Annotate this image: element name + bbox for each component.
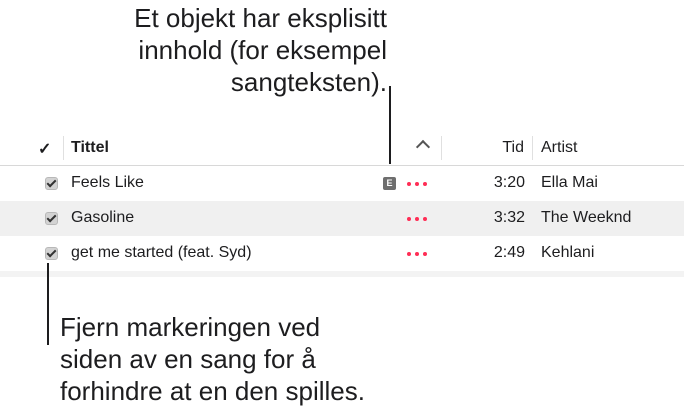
song-title: Gasoline [71, 209, 135, 226]
song-artist: The Weeknd [541, 209, 632, 226]
more-options-icon[interactable] [407, 182, 427, 186]
column-check-header[interactable]: ✓ [38, 139, 51, 159]
column-divider [63, 136, 64, 160]
chevron-up-icon[interactable] [415, 139, 431, 155]
callout-line: forhindre at en den spilles. [60, 376, 365, 406]
table-row[interactable]: Feels Like E 3:20 Ella Mai [0, 166, 684, 201]
song-artist: Kehlani [541, 244, 595, 261]
song-artist: Ella Mai [541, 174, 598, 191]
explicit-badge-icon: E [383, 177, 396, 190]
uncheck-callout-leader [47, 263, 49, 345]
song-time: 3:32 [493, 209, 525, 226]
callout-line: innhold (for eksempel [138, 35, 387, 65]
more-options-icon[interactable] [407, 217, 427, 221]
uncheck-song-callout: Fjern markeringen ved siden av en sang f… [60, 311, 480, 407]
callout-line: Fjern markeringen ved [60, 312, 321, 342]
list-footer-row [0, 271, 684, 277]
song-time: 3:20 [493, 174, 525, 191]
callout-line: Et objekt har eksplisitt [134, 3, 387, 33]
column-artist-header[interactable]: Artist [541, 139, 577, 157]
song-checkbox[interactable] [45, 247, 58, 260]
song-checkbox[interactable] [45, 177, 58, 190]
song-title: Feels Like [71, 174, 144, 191]
explicit-content-callout: Et objekt har eksplisitt innhold (for ek… [7, 2, 387, 98]
callout-line: sangteksten). [230, 67, 387, 97]
table-row[interactable]: Gasoline 3:32 The Weeknd [0, 201, 684, 236]
column-divider [441, 136, 442, 160]
song-time: 2:49 [493, 244, 525, 261]
callout-line: siden av en sang for å [60, 344, 316, 374]
column-time-header[interactable]: Tid [502, 139, 524, 157]
more-options-icon[interactable] [407, 252, 427, 256]
column-title-header[interactable]: Tittel [71, 139, 109, 157]
song-title: get me started (feat. Syd) [71, 244, 252, 261]
song-list-header: ✓ Tittel Tid Artist [0, 131, 684, 166]
column-divider [532, 136, 533, 160]
song-checkbox[interactable] [45, 212, 58, 225]
table-row[interactable]: get me started (feat. Syd) 2:49 Kehlani [0, 236, 684, 271]
